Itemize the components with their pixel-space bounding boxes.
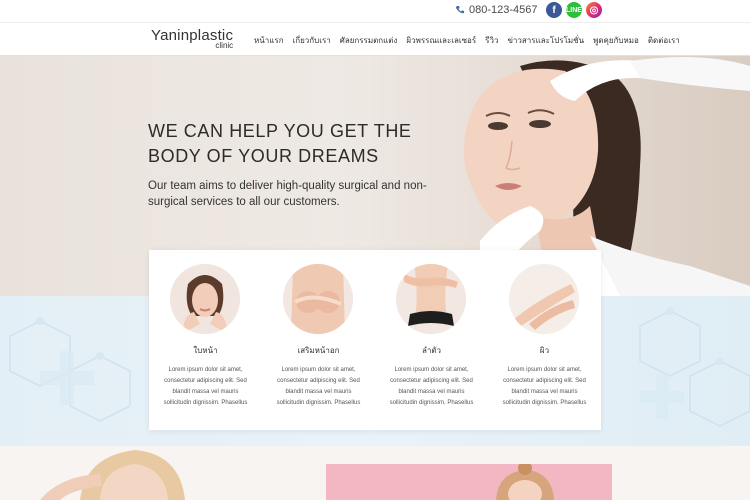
service-skin[interactable]: ผิว Lorem ipsum dolor sit amet, consecte… [488, 250, 601, 430]
service-description: Lorem ipsum dolor sit amet, consectetur … [276, 367, 361, 406]
hero-title-line2: BODY OF YOUR DREAMS [148, 146, 379, 166]
nav-item-contact[interactable]: ติดต่อเรา [648, 34, 680, 47]
phone-contact[interactable]: 080-123-4567 [455, 4, 538, 16]
top-contact-bar: 080-123-4567 f LINE ◎ [0, 0, 750, 22]
nav-item-home[interactable]: หน้าแรก [254, 34, 284, 47]
service-description: Lorem ipsum dolor sit amet, consectetur … [163, 367, 248, 406]
service-title: ผิว [539, 346, 550, 355]
nav-item-talk-to-doctor[interactable]: พูดคุยกับหมอ [593, 34, 639, 47]
skin-photo-icon [509, 264, 579, 334]
phone-icon [456, 6, 464, 14]
instagram-icon[interactable]: ◎ [586, 2, 602, 18]
phone-number: 080-123-4567 [469, 4, 538, 16]
service-title: ลำตัว [421, 346, 442, 355]
next-section-preview [0, 446, 750, 500]
facebook-icon[interactable]: f [546, 2, 562, 18]
service-description: Lorem ipsum dolor sit amet, consectetur … [389, 367, 474, 406]
woman-touching-hair-image [40, 450, 185, 500]
nav-item-about[interactable]: เกี่ยวกับเรา [293, 34, 331, 47]
promo-image-block [326, 464, 612, 500]
service-body[interactable]: ลำตัว Lorem ipsum dolor sit amet, consec… [375, 250, 488, 430]
nav-item-cosmetic-surgery[interactable]: ศัลยกรรมตกแต่ง [340, 34, 398, 47]
nav-menu: หน้าแรก เกี่ยวกับเรา ศัลยกรรมตกแต่ง ผิวพ… [254, 34, 680, 47]
chest-photo-icon [283, 264, 353, 334]
hero-title-line1: WE CAN HELP YOU GET THE [148, 121, 412, 141]
main-navigation: Yaninplastic clinic หน้าแรก เกี่ยวกับเรา… [0, 22, 750, 56]
service-title: เสริมหน้าอก [297, 346, 340, 355]
face-photo-icon [170, 264, 240, 334]
service-face[interactable]: ใบหน้า Lorem ipsum dolor sit amet, conse… [149, 250, 262, 430]
nav-item-news-promotions[interactable]: ข่าวสารและโปรโมชั่น [507, 34, 584, 47]
nav-item-skin-laser[interactable]: ผิวพรรณและเลเซอร์ [406, 34, 476, 47]
hero-title: WE CAN HELP YOU GET THE BODY OF YOUR DRE… [148, 119, 468, 169]
woman-portrait-image [496, 464, 554, 500]
services-card: ใบหน้า Lorem ipsum dolor sit amet, conse… [149, 250, 601, 430]
service-breast[interactable]: เสริมหน้าอก Lorem ipsum dolor sit amet, … [262, 250, 375, 430]
nav-item-reviews[interactable]: รีวิว [485, 34, 498, 47]
site-logo[interactable]: Yaninplastic clinic [151, 27, 233, 50]
hero-subtitle: Our team aims to deliver high-quality su… [148, 180, 427, 208]
service-description: Lorem ipsum dolor sit amet, consectetur … [502, 367, 587, 406]
service-title: ใบหน้า [193, 346, 218, 355]
line-icon[interactable]: LINE [566, 2, 582, 18]
body-photo-icon [396, 264, 466, 334]
